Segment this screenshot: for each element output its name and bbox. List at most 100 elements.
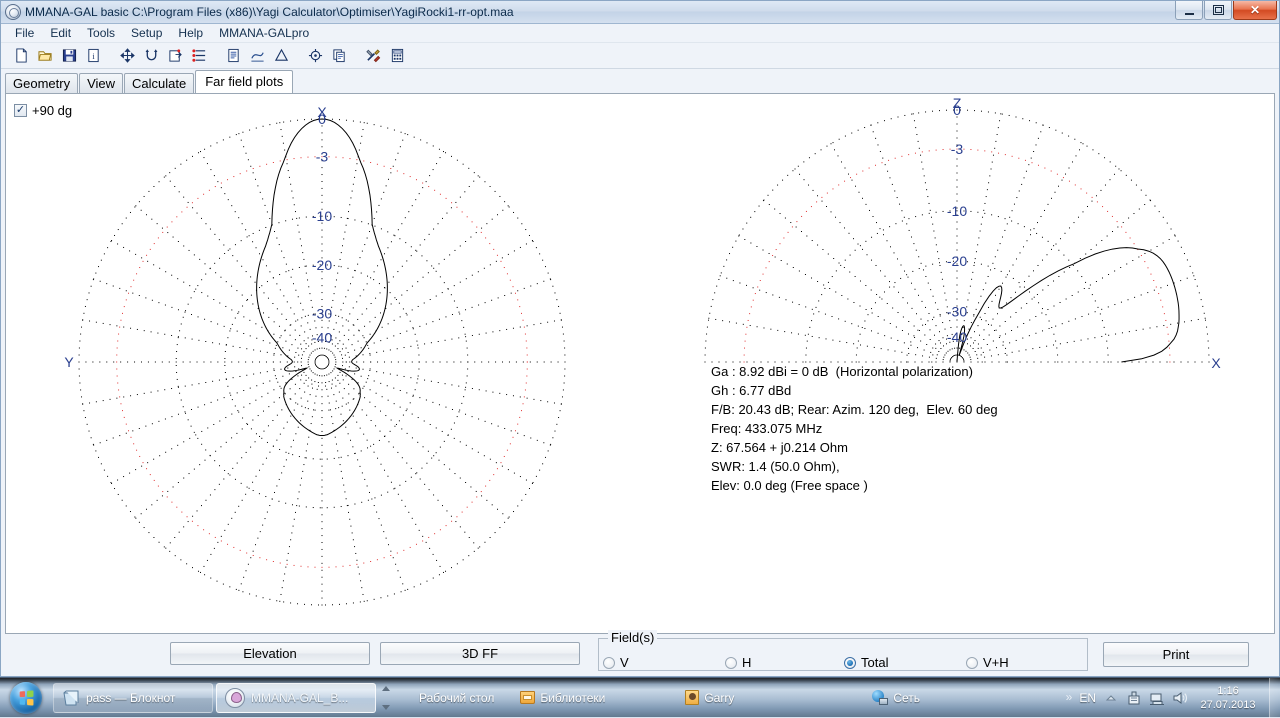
restore-button[interactable]: [1204, 1, 1232, 20]
antenna-results-text: Ga : 8.92 dBi = 0 dB (Horizontal polariz…: [711, 362, 998, 495]
copy-icon: [332, 49, 345, 63]
info-button[interactable]: i: [81, 45, 105, 67]
azimuth-pattern-trace: [256, 118, 388, 437]
radio-h-dot[interactable]: [725, 656, 737, 669]
menu-item-tools[interactable]: Tools: [79, 25, 123, 41]
safely-remove-icon[interactable]: [1126, 690, 1142, 706]
tab-geometry[interactable]: Geometry: [5, 73, 79, 93]
taskbar-button-mmana-label: MMANA-GAL_B...: [251, 690, 349, 705]
target-button[interactable]: [303, 45, 327, 67]
results-line: Z: 67.564 + j0.214 Ohm: [711, 440, 848, 455]
network-tray-icon[interactable]: [1149, 690, 1165, 706]
list-settings-button[interactable]: [187, 45, 211, 67]
svg-text:-10: -10: [312, 208, 332, 224]
menu-item-setup[interactable]: Setup: [123, 25, 170, 41]
check-icon: ✓: [15, 103, 26, 116]
info-icon: i: [87, 48, 99, 63]
taskbar-scroll[interactable]: [379, 683, 393, 713]
elevation-button[interactable]: Elevation: [170, 642, 370, 665]
taskbar-toolbar-user[interactable]: Garry: [685, 690, 734, 705]
taskbar-toolbar-libraries[interactable]: Библиотеки: [520, 691, 605, 705]
svg-text:-10: -10: [947, 203, 967, 219]
windows-flag-icon: [19, 689, 34, 706]
menu-item-help[interactable]: Help: [170, 25, 211, 41]
svg-text:-20: -20: [947, 253, 967, 269]
results-line: Freq: 433.075 MHz: [711, 421, 823, 436]
window-title: MMANA-GAL basic C:\Program Files (x86)\Y…: [25, 5, 514, 19]
window-controls: ✕: [1174, 1, 1277, 22]
export-icon: [168, 49, 182, 62]
restore-icon: [1212, 5, 1224, 15]
move-button[interactable]: [115, 45, 139, 67]
menu-item-mmana-galpro[interactable]: MMANA-GALpro: [211, 25, 317, 41]
tab-view[interactable]: View: [79, 73, 124, 93]
export-button[interactable]: [163, 45, 187, 67]
show-desktop-button[interactable]: [1269, 677, 1280, 718]
notepad-icon: [63, 690, 79, 705]
svg-text:X: X: [317, 104, 327, 120]
overflow-chevron-icon[interactable]: »: [1066, 690, 1073, 704]
taskbar-toolbar-desktop[interactable]: Рабочий стол: [419, 691, 494, 705]
taskbar-button-mmana[interactable]: MMANA-GAL_B...: [216, 682, 376, 713]
user-icon: [685, 690, 700, 705]
rotate-button[interactable]: [139, 45, 163, 67]
taskbar-clock[interactable]: 1:16 27.07.2013: [1195, 684, 1265, 712]
far-field-plot-area: ✓ +90 dg 0 -3 -10 -20 -30 -40 X Y 0 -3 -10 -20 -30 -4…: [5, 93, 1275, 634]
minimize-button[interactable]: [1175, 1, 1203, 20]
open-folder-icon: [37, 51, 52, 61]
new-file-icon: [15, 48, 27, 63]
taskbar-toolbar-network[interactable]: Сеть: [872, 690, 920, 705]
3d-ff-button[interactable]: 3D FF: [380, 642, 580, 665]
radio-v-label: V: [620, 655, 629, 670]
menu-item-edit[interactable]: Edit: [42, 25, 79, 41]
close-button[interactable]: ✕: [1233, 1, 1277, 20]
save-disk-icon: [62, 49, 76, 62]
azimuth-pattern: 0-3-10-20-30-40XY: [64, 104, 566, 606]
system-tray: » EN 1:16 27.07.2013: [1066, 684, 1269, 712]
results-line: Ga : 8.92 dBi = 0 dB (Horizontal polariz…: [711, 364, 973, 379]
svg-text:Y: Y: [64, 354, 74, 370]
print-button[interactable]: Print: [1103, 642, 1249, 667]
radio-vh-dot[interactable]: [966, 656, 978, 669]
far-field-polar-plots[interactable]: 0-3-10-20-30-40XY0-3-10-20-30-40ZX: [6, 94, 1275, 622]
list-settings-icon: [191, 49, 205, 62]
radio-field-vh[interactable]: V+H: [966, 655, 1009, 670]
volume-icon[interactable]: [1172, 690, 1188, 706]
minimize-icon: [1184, 10, 1194, 15]
calculator-button[interactable]: [385, 45, 409, 67]
copy-button[interactable]: [327, 45, 351, 67]
triangle-button[interactable]: [269, 45, 293, 67]
svg-text:-3: -3: [951, 141, 964, 157]
taskbar-user-label: Garry: [704, 690, 735, 705]
toolbar: i: [1, 43, 1279, 69]
scroll-down-icon[interactable]: [382, 704, 390, 710]
language-indicator[interactable]: EN: [1079, 691, 1096, 705]
elevation-pattern-trace: [956, 247, 1180, 363]
svg-text:-30: -30: [312, 305, 332, 321]
plus90-checkbox[interactable]: ✓: [14, 104, 27, 117]
tab-calculate[interactable]: Calculate: [124, 73, 195, 93]
radio-total-dot[interactable]: [844, 656, 856, 669]
radio-field-total[interactable]: Total: [844, 655, 888, 670]
radio-v-dot[interactable]: [603, 656, 615, 669]
elevation-pattern: 0-3-10-20-30-40ZX: [704, 95, 1221, 371]
menu-bar: File Edit Tools Setup Help MMANA-GALpro: [1, 24, 1279, 43]
taskbar-button-notepad[interactable]: pass — Блокнот: [53, 682, 213, 713]
menu-item-file[interactable]: File: [7, 25, 42, 41]
tab-far-field-plots[interactable]: Far field plots: [195, 70, 294, 93]
document-button[interactable]: [221, 45, 245, 67]
start-button[interactable]: [2, 680, 50, 716]
plus90-checkbox-row[interactable]: ✓ +90 dg: [14, 103, 72, 118]
scroll-up-icon[interactable]: [382, 685, 390, 691]
show-hidden-icon[interactable]: [1103, 690, 1119, 706]
open-file-button[interactable]: [33, 45, 57, 67]
radio-field-v[interactable]: V: [603, 655, 629, 670]
new-file-button[interactable]: [9, 45, 33, 67]
windows-taskbar: pass — Блокнот MMANA-GAL_B... Рабочий ст…: [0, 677, 1280, 718]
tools-button[interactable]: [361, 45, 385, 67]
edit-curve-button[interactable]: [245, 45, 269, 67]
rotate-icon: [145, 49, 157, 61]
save-button[interactable]: [57, 45, 81, 67]
radio-field-h[interactable]: H: [725, 655, 751, 670]
taskbar-button-notepad-label: pass — Блокнот: [86, 690, 176, 705]
